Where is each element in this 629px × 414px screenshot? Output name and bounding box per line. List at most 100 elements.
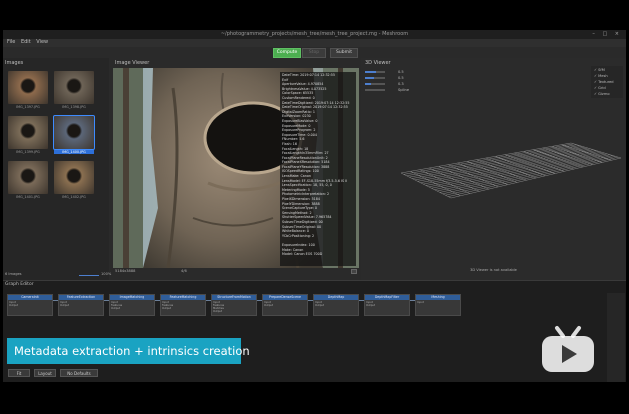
tree-photo[interactable]: DateTime: 2019:07:14 12:32:55 Exif Apertur… [113, 68, 359, 268]
image-viewer-footer: 5184x3888 4/6 [113, 269, 359, 276]
3d-viewer-panel: 3D Viewer 0.5 0.5 0.3 Spline ✓ SfM ✓ Mesh ✓ T… [361, 58, 626, 280]
image-thumbnail[interactable]: IMG_1397.JPG [8, 71, 48, 109]
thumbnail-caption: IMG_1400.JPG [54, 150, 94, 154]
layout-button[interactable]: Layout [34, 369, 56, 377]
3d-grid[interactable] [391, 138, 626, 238]
node-attribute[interactable]: Output [162, 307, 204, 310]
grid-line [561, 144, 612, 161]
graph-node[interactable]: DepthMapFilter Input Output [364, 294, 410, 316]
graph-node[interactable]: DepthMap Input Output [313, 294, 359, 316]
graph-side-panel [607, 293, 625, 382]
display-setting-row[interactable]: 0.5 [365, 76, 411, 81]
node-attribute[interactable]: Input [417, 301, 459, 304]
meshroom-window: ~/photogrammetry_projects/mesh_tree/mesh… [3, 30, 626, 382]
graph-editor-title: Graph Editor [5, 282, 34, 287]
display-setting-row[interactable]: Spline [365, 88, 411, 93]
node-body: Input [416, 300, 460, 305]
image-viewer-panel: Image Viewer DateTime: 2019:07:14 12:32:… [109, 58, 361, 280]
fit-button[interactable]: Fit [8, 369, 30, 377]
node-title: StructureFromMotion [212, 295, 256, 300]
menu-bar: File Edit View [3, 39, 626, 47]
menu-view[interactable]: View [36, 39, 48, 45]
grid-line [450, 157, 622, 199]
thumbnail-caption: IMG_1398.JPG [62, 105, 86, 109]
node-attribute[interactable]: Output [111, 307, 153, 310]
node-attribute[interactable]: Output [9, 304, 51, 307]
setting-slider[interactable] [365, 77, 385, 79]
graph-node[interactable]: PrepareDenseScene Input Output [262, 294, 308, 316]
thumbnail-caption: IMG_1402.JPG [62, 195, 86, 199]
node-attribute[interactable]: Output [213, 310, 255, 313]
image-thumbnail[interactable]: IMG_1401.JPG [8, 161, 48, 199]
menu-edit[interactable]: Edit [21, 39, 31, 45]
images-footer: 6 Images 100% [3, 272, 111, 279]
node-body: Input Output [314, 300, 358, 308]
layers-panel: ✓ SfM ✓ Mesh ✓ Textured ✓ Grid ✓ Gizmo [591, 66, 623, 98]
image-thumbnail[interactable]: IMG_1398.JPG [54, 71, 94, 109]
window-controls[interactable]: – □ × [592, 31, 622, 37]
metadata-toggle-button[interactable] [351, 269, 357, 274]
layer-toggle[interactable]: ✓ Gizmo [594, 91, 620, 97]
image-thumbnail[interactable]: IMG_1399.JPG [8, 116, 48, 154]
thumbnail-caption: IMG_1397.JPG [16, 105, 40, 109]
thumbnail-image [8, 71, 48, 104]
thumbnail-image [53, 115, 95, 150]
node-body: Input Output [59, 300, 103, 308]
3d-viewer-status: 3D Viewer is not available [470, 268, 517, 272]
mode-toolbar: Compute Stop Submit [3, 47, 626, 58]
display-setting-row[interactable]: 0.3 [365, 82, 411, 87]
node-body: Input Output [8, 300, 52, 308]
node-body: Input Output [365, 300, 409, 308]
setting-slider[interactable] [365, 83, 385, 85]
setting-slider-fill [365, 71, 376, 73]
graph-node[interactable]: StructureFromMotion Input Features Matches O… [211, 294, 257, 316]
play-logo-icon [540, 322, 596, 374]
node-attribute[interactable]: Output [366, 304, 408, 307]
setting-value: 0.5 [398, 76, 404, 80]
thumbnail-image [54, 71, 94, 104]
node-body: Input Features Matches Output [212, 300, 256, 314]
node-attribute[interactable]: Output [60, 304, 102, 307]
thumbnail-caption: IMG_1401.JPG [16, 195, 40, 199]
defaults-select[interactable]: No Defaults [60, 369, 98, 377]
graph-node[interactable]: Meshing Input [415, 294, 461, 316]
setting-slider[interactable] [365, 89, 385, 91]
thumbnail-image [54, 161, 94, 194]
display-setting-row[interactable]: 0.5 [365, 70, 411, 75]
image-thumbnail[interactable]: IMG_1402.JPG [54, 161, 94, 199]
graph-editor-panel: Graph Editor CameraInit Input Output Featur… [3, 280, 626, 382]
image-index: 4/6 [181, 269, 187, 273]
setting-slider[interactable] [365, 71, 385, 73]
compute-button[interactable]: Compute [273, 48, 301, 58]
metadata-overlay[interactable]: DateTime: 2019:07:14 12:32:55 Exif Apertur… [280, 72, 356, 266]
image-count: 6 Images [5, 272, 22, 276]
submit-button[interactable]: Submit [330, 48, 358, 58]
node-attribute[interactable]: Output [264, 304, 306, 307]
window-title: ~/photogrammetry_projects/mesh_tree/mesh… [220, 31, 409, 37]
node-attribute[interactable]: Output [315, 304, 357, 307]
image-resolution: 5184x3888 [115, 269, 136, 273]
video-caption: Metadata extraction + intrinsics creatio… [7, 338, 250, 364]
menu-file[interactable]: File [7, 39, 15, 45]
setting-slider-fill [365, 83, 371, 85]
node-body: Input Output [263, 300, 307, 308]
graph-node[interactable]: FeatureExtraction Input Output [58, 294, 104, 316]
node-body: Input Features Output [161, 300, 205, 311]
thumbnail-size-slider[interactable] [79, 275, 99, 276]
3d-viewer-title: 3D Viewer [365, 60, 391, 66]
image-thumbnail[interactable]: IMG_1400.JPG [53, 115, 95, 154]
thumbnail-caption: IMG_1399.JPG [16, 150, 40, 154]
setting-slider-fill [365, 77, 374, 79]
stop-button[interactable]: Stop [302, 48, 326, 58]
setting-value: 0.3 [398, 82, 404, 86]
graph-node[interactable]: ImageMatching Input Features Output [109, 294, 155, 316]
images-panel: Images IMG_1397.JPG IMG_1398.JPG IMG_1399.… [3, 58, 109, 280]
node-title: PrepareDenseScene [263, 295, 307, 300]
graph-node[interactable]: FeatureMatching Input Features Output [160, 294, 206, 316]
display-settings: 0.5 0.5 0.3 Spline [365, 70, 411, 94]
thumbnail-image [8, 161, 48, 194]
title-bar: ~/photogrammetry_projects/mesh_tree/mesh… [3, 30, 626, 39]
graph-node[interactable]: CameraInit Input Output [7, 294, 53, 316]
thumbnail-image [8, 116, 48, 149]
grid-line [448, 156, 619, 197]
